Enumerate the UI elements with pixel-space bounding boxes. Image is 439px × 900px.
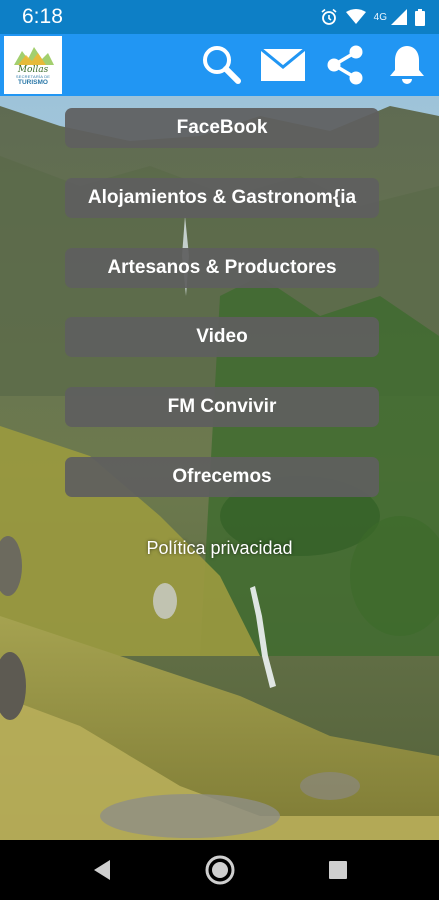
back-icon [93,860,110,880]
network-type: 4G [373,11,387,23]
signal-icon [391,9,407,25]
fm-convivir-button[interactable]: FM Convivir [65,387,379,427]
search-icon [203,46,241,84]
home-button[interactable] [200,850,240,890]
recents-icon [328,861,347,879]
share-button[interactable] [323,43,367,87]
home-icon [205,855,234,885]
status-bar: 6:18 4G [0,0,439,34]
mail-icon [261,49,305,81]
alojamientos-gastronomia-button[interactable]: Alojamientos & Gastronom{ia [65,178,379,218]
share-icon [327,45,363,85]
bell-icon [390,46,424,84]
back-button[interactable] [82,850,122,890]
status-icons: 4G [320,8,425,26]
notifications-button[interactable] [385,43,429,87]
main-content: FaceBook Alojamientos & Gastronom{ia Art… [0,96,439,840]
recents-button[interactable] [318,850,358,890]
mail-button[interactable] [261,43,305,87]
logo-main-text: TURISMO [18,79,48,87]
privacy-policy-link[interactable]: Política privacidad [0,538,439,559]
battery-icon [415,8,425,26]
search-button[interactable] [199,43,243,87]
logo-mark-icon: Mollas [14,47,54,75]
video-button[interactable]: Video [65,317,379,357]
wifi-icon [345,9,366,24]
app-bar: Mollas SECRETARÍA DE TURISMO [0,34,439,96]
artesanos-productores-button[interactable]: Artesanos & Productores [65,248,379,288]
app-logo[interactable]: Mollas SECRETARÍA DE TURISMO [4,36,62,94]
facebook-button[interactable]: FaceBook [65,108,379,148]
ofrecemos-button[interactable]: Ofrecemos [65,457,379,497]
system-nav-bar [0,840,439,900]
status-time: 6:18 [22,5,63,28]
alarm-icon [321,8,337,25]
